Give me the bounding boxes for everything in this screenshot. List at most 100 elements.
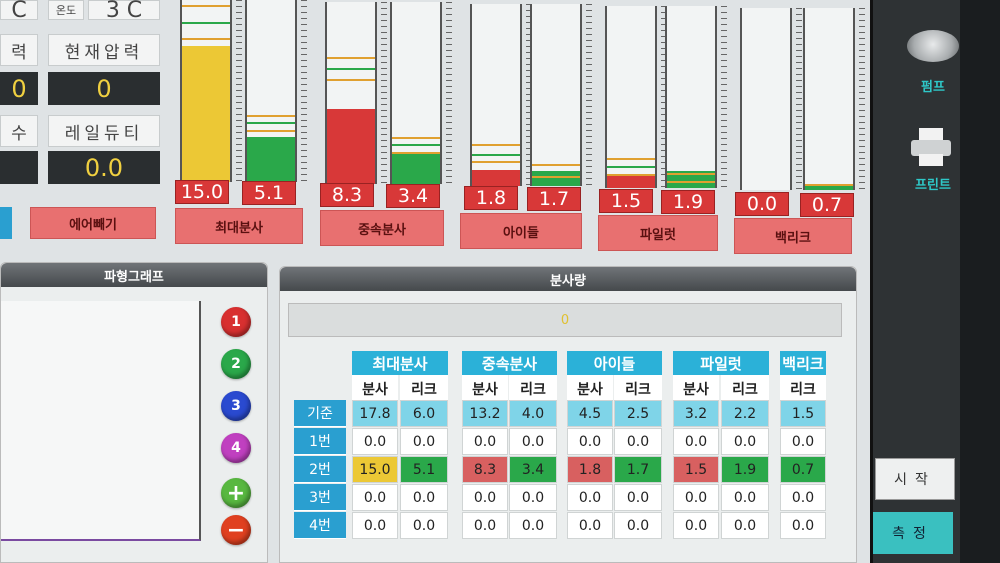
- gauge-fill: [182, 45, 230, 182]
- table-cell: 0.0: [780, 484, 826, 511]
- table-cell: 0.0: [673, 512, 719, 539]
- gauge-threshold-line: [327, 57, 375, 59]
- gauge-10: [803, 8, 855, 190]
- measure-button[interactable]: 측정: [873, 512, 953, 554]
- pump-icon[interactable]: [907, 30, 959, 62]
- air-vent-button[interactable]: 에어빼기: [30, 207, 156, 239]
- zoom-in-button[interactable]: +: [221, 478, 251, 508]
- gauge-threshold-line: [247, 115, 295, 117]
- gauge-scale: [236, 0, 242, 182]
- gauge-6: [530, 4, 582, 186]
- gauge-4: [390, 2, 442, 184]
- duty-left-value: [0, 151, 38, 184]
- waveform-title: 파형그래프: [1, 263, 267, 287]
- channel-1-button[interactable]: 1: [221, 307, 251, 337]
- gauge-fill: [392, 153, 440, 184]
- gauge-threshold-line: [392, 152, 440, 154]
- table-cell: 0.0: [614, 512, 662, 539]
- table-cell: 0.0: [721, 484, 769, 511]
- gauge-threshold-line: [607, 174, 655, 176]
- group-button-backleak[interactable]: 백리크: [734, 218, 852, 254]
- table-cell: 0.0: [673, 428, 719, 455]
- gauge-scale: [586, 4, 592, 186]
- table-group-header: 백리크: [780, 351, 826, 375]
- table-cell: 6.0: [400, 400, 448, 427]
- table-cell: 0.0: [462, 512, 508, 539]
- dispersion-panel: 분사량 0 최대분사 중속분사 아이들 파일럿 백리크 분사 리크 분사 리크 분사 리크 분사 리크 리…: [279, 266, 857, 563]
- pressure-left-value: 0: [0, 72, 38, 105]
- gauge-1: [180, 0, 232, 182]
- gauge-value: 1.7: [527, 187, 581, 211]
- table-cell: 15.0: [352, 456, 398, 483]
- table-cell: 1.8: [567, 456, 613, 483]
- table-cell: 0.0: [721, 512, 769, 539]
- channel-4-button[interactable]: 4: [221, 433, 251, 463]
- gauge-scale: [796, 8, 802, 190]
- gauge-2: [245, 0, 297, 182]
- table-cell: 0.0: [352, 512, 398, 539]
- channel-2-button[interactable]: 2: [221, 349, 251, 379]
- table-cell: 0.7: [780, 456, 826, 483]
- group-button-pilot[interactable]: 파일럿: [598, 215, 718, 251]
- duty-value: 0.0: [48, 151, 160, 184]
- gauge-fill: [327, 109, 375, 184]
- table-cell: 3.4: [509, 456, 557, 483]
- table-cell: 1.9: [721, 456, 769, 483]
- gauge-scale: [381, 2, 387, 184]
- table-sub-header: 분사: [673, 375, 719, 402]
- temp-unit-left: C: [0, 0, 38, 23]
- gauge-value: 1.9: [661, 190, 715, 214]
- gauge-threshold-line: [472, 154, 520, 156]
- gauge-fill: [247, 136, 295, 182]
- gauge-threshold-line: [327, 68, 375, 70]
- table-cell: 0.0: [462, 484, 508, 511]
- left-blue-tab[interactable]: [0, 207, 12, 239]
- table-cell: 0.0: [780, 512, 826, 539]
- table-group-header: 아이들: [567, 351, 662, 375]
- print-label: 프린트: [915, 178, 951, 193]
- gauge-3: [325, 2, 377, 184]
- gauge-value: 8.3: [320, 183, 374, 207]
- group-button-mid[interactable]: 중속분사: [320, 210, 444, 246]
- gauge-threshold-line: [805, 189, 853, 190]
- gauge-8: [665, 6, 717, 188]
- gauge-threshold-line: [327, 79, 375, 81]
- table-cell: 0.0: [400, 484, 448, 511]
- table-cell: 8.3: [462, 456, 508, 483]
- table-group-header: 중속분사: [462, 351, 557, 375]
- gauge-threshold-line: [247, 122, 295, 124]
- gauge-threshold-line: [667, 178, 715, 180]
- table-sub-header: 분사: [567, 375, 613, 402]
- table-cell: 2.2: [721, 400, 769, 427]
- table-sub-header: 분사: [352, 375, 398, 402]
- zoom-out-button[interactable]: −: [221, 515, 251, 545]
- channel-3-button[interactable]: 3: [221, 391, 251, 421]
- gauge-value: 0.0: [735, 192, 789, 216]
- gauge-9: [740, 8, 792, 190]
- gauge-fill: [472, 169, 520, 186]
- table-cell: 0.0: [567, 428, 613, 455]
- table-cell: 2.5: [614, 400, 662, 427]
- gauge-value: 15.0: [175, 180, 229, 204]
- printer-icon[interactable]: [911, 128, 951, 166]
- gauge-threshold-line: [532, 172, 580, 174]
- pressure-value: 0: [48, 72, 160, 105]
- gauge-value: 1.5: [599, 189, 653, 213]
- duty-label: 레일듀티: [48, 115, 160, 147]
- table-group-header: 파일럿: [673, 351, 769, 375]
- group-button-max[interactable]: 최대분사: [175, 208, 303, 244]
- table-cell: 0.0: [352, 484, 398, 511]
- gauge-fill: [607, 174, 655, 188]
- pump-label: 펌프: [921, 80, 945, 95]
- table-cell: 1.7: [614, 456, 662, 483]
- table-sub-header: 리크: [400, 375, 448, 402]
- gauge-threshold-line: [182, 22, 230, 24]
- gauge-scale: [446, 2, 452, 184]
- table-cell: 0.0: [567, 484, 613, 511]
- duty-label-partial: 수: [0, 115, 38, 147]
- gauge-threshold-line: [182, 38, 230, 40]
- group-button-idle[interactable]: 아이들: [460, 213, 582, 249]
- table-cell: 4.5: [567, 400, 613, 427]
- start-button[interactable]: 시작: [875, 458, 955, 500]
- gauge-5: [470, 4, 522, 186]
